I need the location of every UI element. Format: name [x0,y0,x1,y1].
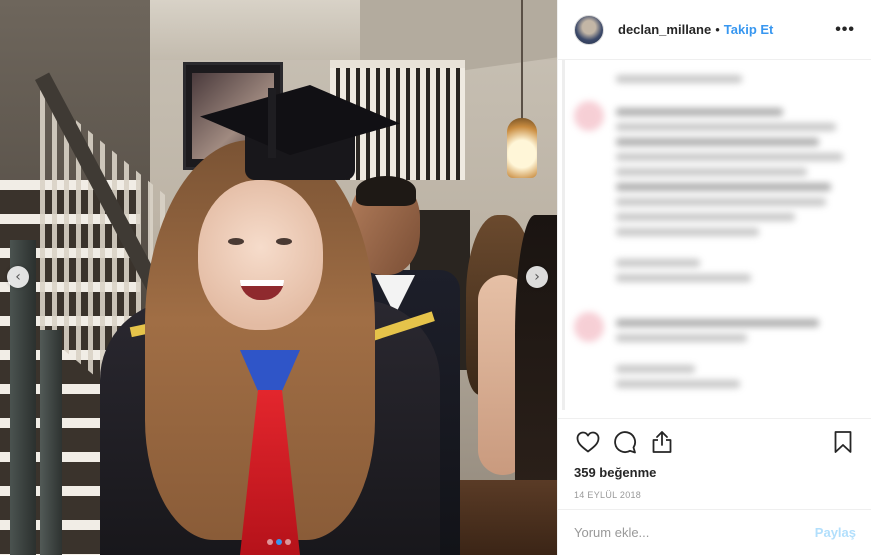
instagram-post: ‹ › declan_millane • Takip Et ••• 359 be… [0,0,871,555]
username-link[interactable]: declan_millane [618,22,711,37]
photo-lamp-cord [521,0,523,120]
more-options-icon[interactable]: ••• [835,21,855,39]
comments-area[interactable] [558,60,871,418]
post-side-panel: declan_millane • Takip Et ••• 359 beğenm… [557,0,871,555]
carousel-indicator [0,539,557,545]
share-icon[interactable] [648,428,676,456]
post-actions: 359 beğenme 14 EYLÜL 2018 [558,418,871,509]
photo-lamp [507,118,537,178]
post-header: declan_millane • Takip Et ••• [558,0,871,60]
post-comment-button[interactable]: Paylaş [815,525,856,540]
photo-graduate [90,70,450,555]
photo-newel-post-2 [40,330,62,555]
avatar[interactable] [574,14,604,45]
carousel-dot-active [275,539,282,545]
comments-scrollbar[interactable] [562,60,565,410]
like-count[interactable]: 359 beğenme [574,465,855,480]
post-date[interactable]: 14 EYLÜL 2018 [574,490,855,500]
carousel-next-button[interactable]: › [526,266,548,288]
carousel-dot [284,539,291,545]
follow-button[interactable]: Takip Et [724,22,774,37]
post-photo[interactable]: ‹ › [0,0,557,555]
header-separator: • [715,22,720,37]
comment-bubble-icon[interactable] [611,428,639,456]
comment-input[interactable] [574,525,815,540]
carousel-prev-button[interactable]: ‹ [7,266,29,288]
blurred-comments [574,60,855,388]
comment-bar: Paylaş [558,509,871,555]
carousel-dot [266,539,273,545]
bookmark-icon[interactable] [829,428,857,456]
photo-person-edge [515,215,557,515]
heart-icon[interactable] [574,428,602,456]
